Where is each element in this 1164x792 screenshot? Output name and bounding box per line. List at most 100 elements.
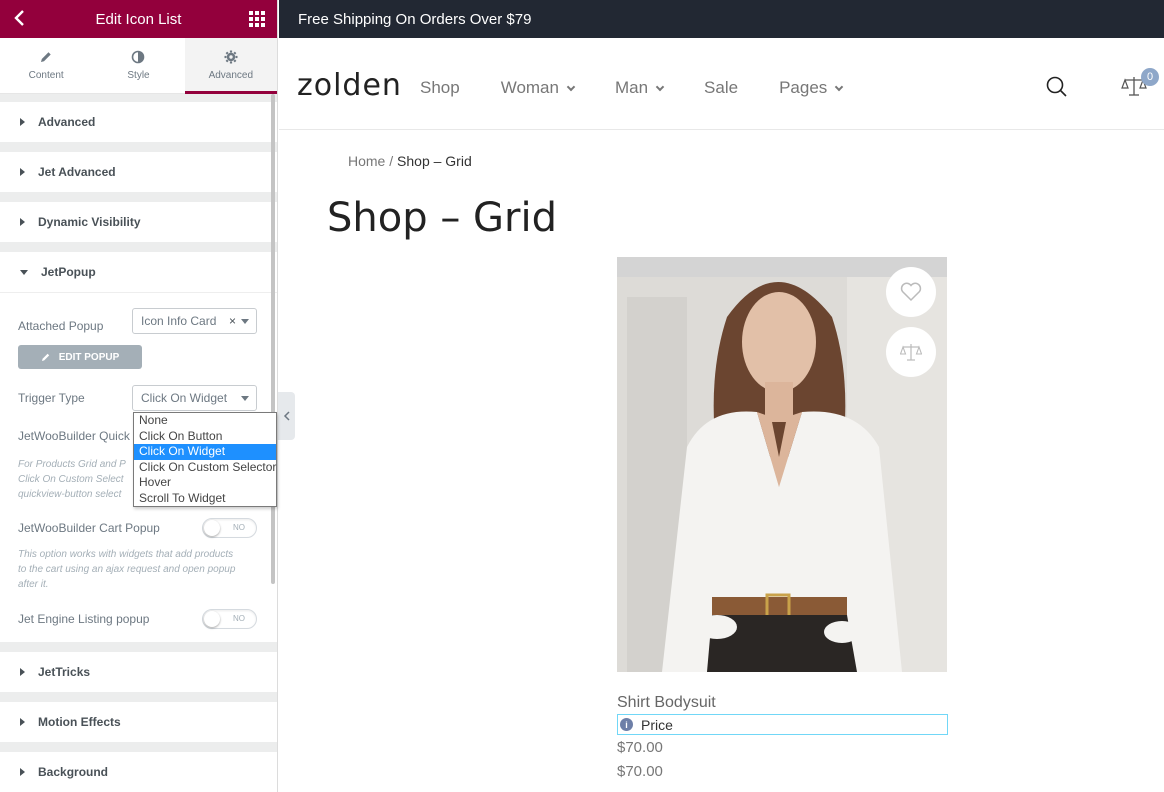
cart-popup-label: JetWooBuilder Cart Popup [18,521,160,535]
promo-bar: Free Shipping On Orders Over $79 [279,0,1164,38]
section-label: Advanced [38,115,96,129]
nav-label: Sale [704,78,739,97]
collapse-panel-button[interactable] [278,392,295,440]
panel-tabs: Content Style Advanced [0,38,277,94]
nav-item-sale[interactable]: Sale [704,78,738,98]
section-jettricks[interactable]: JetTricks [0,652,277,692]
compare-count-badge: 0 [1141,68,1159,86]
search-icon[interactable] [1046,76,1068,98]
section-motion-effects[interactable]: Motion Effects [0,702,277,742]
back-arrow-icon[interactable] [10,8,30,28]
gear-icon [224,50,238,64]
chevron-down-icon [241,319,249,324]
product-name[interactable]: Shirt Bodysuit [617,694,949,712]
section-dynamic-visibility[interactable]: Dynamic Visibility [0,202,277,242]
product-image[interactable] [617,257,947,672]
caret-right-icon [20,118,25,126]
nav-label: Shop [420,78,460,97]
caret-right-icon [20,668,25,676]
wishlist-button[interactable] [886,267,936,317]
option-click-on-button[interactable]: Click On Button [134,429,276,445]
product-price-secondary: $70.00 [617,763,663,780]
trigger-type-options: None Click On Button Click On Widget Cli… [133,412,277,507]
trigger-type-value: Click On Widget [141,391,228,405]
product-photo [617,257,947,672]
chevron-down-icon [566,82,576,91]
nav-item-shop[interactable]: Shop [420,78,460,98]
tab-advanced[interactable]: Advanced [184,38,277,94]
caret-right-icon [20,718,25,726]
breadcrumb-home[interactable]: Home [348,153,385,169]
chevron-down-icon [241,396,249,401]
tab-style[interactable]: Style [92,38,184,93]
section-background[interactable]: Background [0,752,277,792]
toggle-knob [204,611,220,627]
toggle-text: NO [233,614,245,623]
caret-right-icon [20,218,25,226]
option-scroll-to-widget[interactable]: Scroll To Widget [134,491,276,507]
editor-panel: Edit Icon List Content Style Advanced Ad… [0,0,278,792]
page-title: Shop – Grid [327,195,557,241]
section-label: Motion Effects [38,715,121,729]
section-label: Dynamic Visibility [38,215,141,229]
info-icon: i [620,718,633,731]
tab-advanced-label: Advanced [208,70,254,81]
promo-text: Free Shipping On Orders Over $79 [298,10,532,28]
tab-content-label: Content [28,70,64,81]
panel-scrollbar[interactable] [271,94,275,584]
panel-header: Edit Icon List [0,0,277,38]
panel-title: Edit Icon List [95,10,182,28]
nav-item-man[interactable]: Man [614,78,665,98]
cart-popup-toggle[interactable]: NO [202,518,257,538]
price-label: Price [641,716,673,733]
site-header: zolden Shop Woman Man Sale Pages 0 [279,38,1164,130]
product-card: Shirt Bodysuit i Price $70.00 $70.00 [617,257,949,783]
half-circle-icon [132,50,145,64]
section-label: JetPopup [41,265,96,279]
attached-popup-value: Icon Info Card [141,314,217,328]
trigger-type-select[interactable]: Click On Widget [132,385,257,411]
product-price: $70.00 [617,739,663,756]
compare-scale-icon [900,344,922,361]
section-advanced[interactable]: Advanced [0,102,277,142]
section-jetpopup[interactable]: JetPopup [0,252,277,292]
quickview-label: JetWooBuilder Quick [18,429,130,443]
option-click-on-widget[interactable]: Click On Widget [134,444,276,460]
icon-list-widget[interactable]: i Price [617,714,948,735]
option-none[interactable]: None [134,413,276,429]
caret-right-icon [20,168,25,176]
toggle-knob [204,520,220,536]
nav-label: Woman [500,78,559,97]
toggle-text: NO [233,523,245,532]
site-logo[interactable]: zolden [297,68,402,103]
engine-popup-toggle[interactable]: NO [202,609,257,629]
engine-popup-label: Jet Engine Listing popup [18,612,150,626]
trigger-type-label: Trigger Type [18,391,85,405]
cart-popup-hint: This option works with widgets that add … [18,549,236,590]
pencil-icon [41,353,49,361]
edit-popup-button[interactable]: EDIT POPUP [18,345,142,369]
section-label: JetTricks [38,665,91,679]
edit-popup-label: EDIT POPUP [58,351,120,363]
tab-content[interactable]: Content [0,38,92,93]
widgets-grid-icon[interactable] [249,11,265,27]
tab-style-label: Style [127,70,150,81]
caret-right-icon [20,768,25,776]
chevron-down-icon [835,82,844,91]
nav-item-woman[interactable]: Woman [500,78,576,98]
heart-icon [900,282,922,302]
option-hover[interactable]: Hover [134,475,276,491]
breadcrumb-current: Shop – Grid [397,153,472,169]
option-click-on-custom-selector[interactable]: Click On Custom Selector [134,460,276,476]
quickview-hint: For Products Grid and P Click On Custom … [18,459,126,500]
chevron-left-icon [283,411,290,421]
compare-button[interactable] [886,327,936,377]
nav-item-pages[interactable]: Pages [779,78,844,98]
chevron-down-icon [655,82,665,91]
clear-icon[interactable]: × [229,314,236,328]
nav-label: Man [614,78,649,97]
pencil-icon [41,52,51,62]
attached-popup-label: Attached Popup [18,319,104,333]
section-jet-advanced[interactable]: Jet Advanced [0,152,277,192]
attached-popup-select[interactable]: Icon Info Card × [132,308,257,334]
